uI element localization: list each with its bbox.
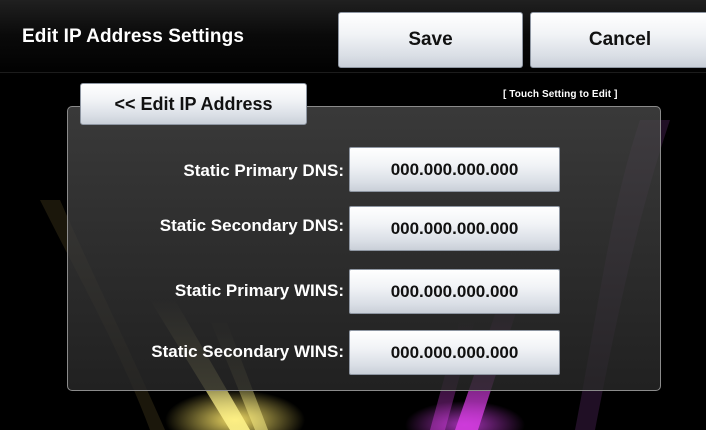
page-title: Edit IP Address Settings bbox=[22, 26, 245, 47]
static-secondary-wins-field[interactable]: 000.000.000.000 bbox=[349, 330, 560, 375]
static-primary-wins-label: Static Primary WINS: bbox=[174, 281, 344, 300]
screen: Edit IP Address Settings Save Cancel << … bbox=[0, 0, 706, 430]
back-edit-ip-address-button[interactable]: << Edit IP Address bbox=[80, 83, 307, 125]
static-primary-wins-field[interactable]: 000.000.000.000 bbox=[349, 269, 560, 314]
header-divider bbox=[0, 72, 706, 73]
static-secondary-wins-label: Static Secondary WINS: bbox=[151, 342, 344, 361]
touch-to-edit-hint: [ Touch Setting to Edit ] bbox=[503, 89, 618, 100]
static-primary-dns-field[interactable]: 000.000.000.000 bbox=[349, 147, 560, 192]
cancel-button[interactable]: Cancel bbox=[530, 12, 706, 68]
static-primary-dns-label: Static Primary DNS: bbox=[183, 161, 344, 180]
static-secondary-dns-field[interactable]: 000.000.000.000 bbox=[349, 206, 560, 251]
save-button[interactable]: Save bbox=[338, 12, 523, 68]
static-secondary-dns-label: Static Secondary DNS: bbox=[159, 216, 344, 235]
